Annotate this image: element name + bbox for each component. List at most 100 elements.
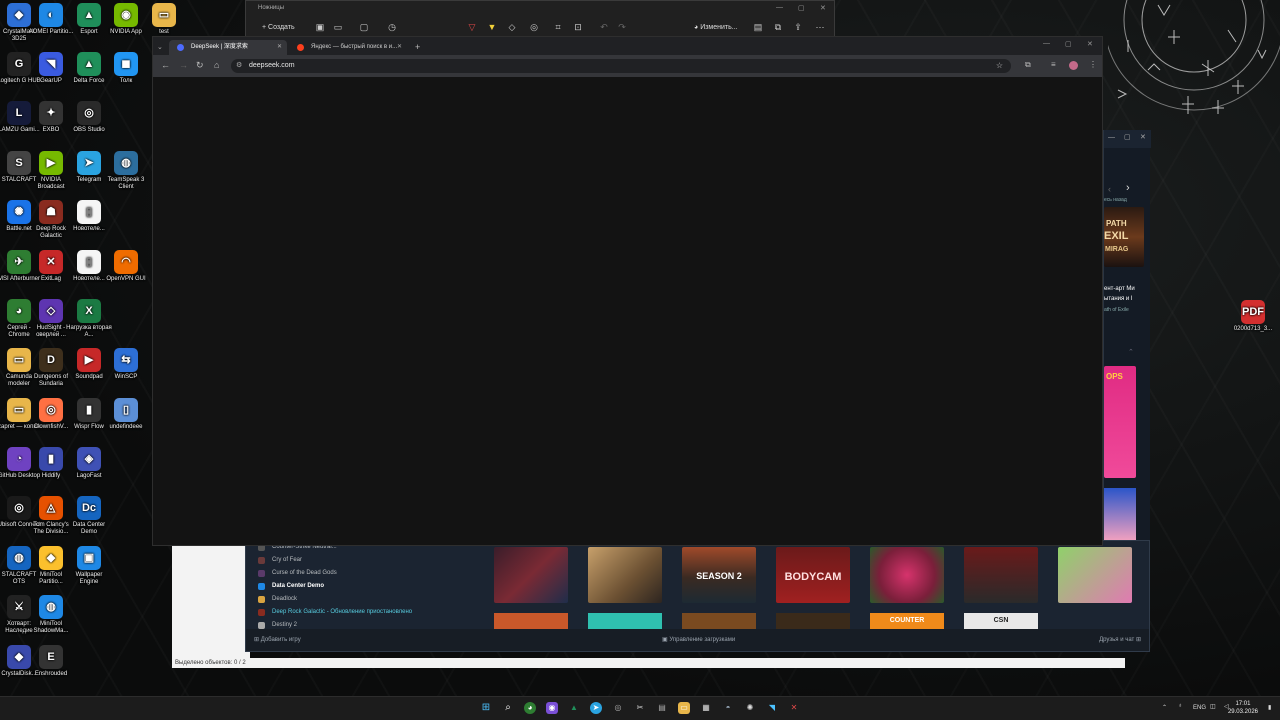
tile-row2-4[interactable]: [776, 613, 850, 629]
reload-icon[interactable]: ↻: [196, 60, 204, 71]
desktop-icon[interactable]: ◎ OBS Studio: [66, 101, 112, 134]
steam-icon[interactable]: ◓: [722, 702, 734, 714]
page-content[interactable]: [153, 77, 1102, 545]
desktop-icon[interactable]: Dc Data Center Demo: [66, 496, 112, 536]
start-icon[interactable]: ⊞: [480, 702, 492, 714]
steam-game-row[interactable]: Deadlock: [254, 593, 482, 606]
next-arrow-icon[interactable]: ›: [1126, 182, 1130, 194]
more-icon[interactable]: ⋯: [814, 21, 826, 33]
steam-game-row[interactable]: Cry of Fear: [254, 554, 482, 567]
tile-counter-strike[interactable]: COUNTER: [870, 613, 944, 629]
clock[interactable]: 17:01 29.03.2026: [1228, 700, 1258, 716]
share-icon[interactable]: ⇪: [792, 21, 804, 33]
extensions-icon[interactable]: ⧉: [1025, 60, 1031, 70]
maximize-icon[interactable]: ▢: [1065, 40, 1072, 48]
friends-chat-button[interactable]: Друзья и чат ⊞: [1099, 629, 1141, 651]
close-icon[interactable]: ✕: [1087, 40, 1093, 48]
desktop-icon[interactable]: ▭ test: [141, 3, 187, 36]
game-card-blue[interactable]: [1104, 488, 1136, 540]
copy-icon[interactable]: ⧉: [772, 21, 784, 33]
text-actions-icon[interactable]: ⊡: [572, 21, 584, 33]
delay-timer-icon[interactable]: ◷: [386, 21, 398, 33]
game-tile[interactable]: [1058, 547, 1132, 603]
undo-icon[interactable]: ↶: [598, 21, 610, 33]
close-tab-icon[interactable]: ✕: [277, 40, 282, 55]
network-icon[interactable]: ◫: [1210, 703, 1216, 710]
back-icon[interactable]: ←: [161, 60, 170, 70]
close-icon[interactable]: ✕: [1140, 133, 1146, 141]
bookmark-star-icon[interactable]: ☆: [996, 59, 1003, 73]
game-tile[interactable]: BODYCAM: [776, 547, 850, 603]
desktop-icon[interactable]: E Enshrouded: [28, 645, 74, 678]
calculator-icon[interactable]: ▦: [700, 702, 712, 714]
menu-icon[interactable]: ⋮: [1089, 60, 1097, 69]
prev-arrow-icon[interactable]: ‹: [1108, 184, 1111, 194]
home-icon[interactable]: ⌂: [214, 60, 219, 70]
news-image[interactable]: PATH EXIL MIRAG: [1104, 207, 1144, 267]
obs-icon[interactable]: ◎: [612, 702, 624, 714]
game-tile[interactable]: [870, 547, 944, 603]
language-indicator[interactable]: ENG: [1193, 705, 1206, 711]
add-game-button[interactable]: ⊞ Добавить игру: [254, 629, 301, 651]
game-tile[interactable]: [494, 547, 568, 603]
scroll-up-icon[interactable]: ⌃: [1128, 348, 1134, 356]
search-icon[interactable]: ⌕: [502, 702, 514, 714]
eraser-icon[interactable]: ◇: [506, 21, 518, 33]
minimize-icon[interactable]: —: [1043, 40, 1050, 47]
desktop-icon[interactable]: ▯ undefindeee: [103, 398, 149, 431]
new-tab-icon[interactable]: +: [415, 40, 420, 55]
desktop-icon[interactable]: ◠ OpenVPN GUI: [103, 250, 149, 283]
close-icon[interactable]: ✕: [820, 4, 826, 12]
minimize-icon[interactable]: —: [1108, 134, 1115, 141]
tab-deepseek[interactable]: DeepSeek | 深度求索 ✕: [169, 40, 287, 55]
tile-row2-2[interactable]: [588, 613, 662, 629]
steam-game-row[interactable]: Curse of the Dead Gods: [254, 567, 482, 580]
desktop-icon[interactable]: ◈ LagoFast: [66, 447, 112, 480]
desktop-icon[interactable]: ◍ MiniTool ShadowMa...: [28, 595, 74, 635]
desktop-icon[interactable]: PDF 0200d713_3...: [1230, 300, 1276, 333]
crop-icon[interactable]: ⌗: [552, 21, 564, 33]
maximize-icon[interactable]: ▢: [798, 4, 805, 12]
steam-game-row[interactable]: Deep Rock Galactic - Обновление приостан…: [254, 606, 482, 619]
snipping-tool-icon[interactable]: ✂: [634, 702, 646, 714]
tile-row2-3[interactable]: [682, 613, 756, 629]
downloads-button[interactable]: ▣ Управление загрузками: [662, 629, 735, 651]
video-mode-icon[interactable]: ▭: [332, 21, 344, 33]
exitlag-icon[interactable]: ✕: [788, 702, 800, 714]
discord-icon[interactable]: ◉: [546, 702, 558, 714]
reading-list-icon[interactable]: ≡: [1051, 60, 1056, 69]
highlighter-icon[interactable]: ▼: [486, 21, 498, 33]
maximize-icon[interactable]: ▢: [1124, 133, 1131, 141]
telegram-icon[interactable]: ➤: [590, 702, 602, 714]
vscode-icon[interactable]: ◥: [766, 702, 778, 714]
screenshot-mode-icon[interactable]: ▣: [314, 21, 326, 33]
tile-csn[interactable]: CSN: [964, 613, 1038, 629]
address-bar[interactable]: ⚙ deepseek.com ☆: [231, 59, 1011, 73]
profile-avatar[interactable]: [1069, 61, 1078, 70]
save-icon[interactable]: ▤: [752, 21, 764, 33]
shapes-icon[interactable]: ◎: [528, 21, 540, 33]
desktop-icon[interactable]: X Нагрузка вторая A...: [66, 299, 112, 339]
minimize-icon[interactable]: —: [776, 4, 783, 11]
forward-icon[interactable]: →: [179, 60, 188, 70]
desktop-icon[interactable]: ◼ Толк: [103, 52, 149, 85]
tray-overflow-icon[interactable]: ⌃: [1162, 704, 1167, 711]
site-info-icon[interactable]: ⚙: [236, 59, 242, 73]
desktop-icon[interactable]: ⇆ WinSCP: [103, 348, 149, 381]
tile-row2-1[interactable]: [494, 613, 568, 629]
desktop-icon[interactable]: ◍ TeamSpeak 3 Client: [103, 151, 149, 191]
redo-icon[interactable]: ↷: [616, 21, 628, 33]
tab-search-icon[interactable]: ⌄: [157, 40, 169, 55]
app-icon[interactable]: ▤: [656, 702, 668, 714]
notification-bell-icon[interactable]: ▮: [1268, 704, 1271, 711]
chatgpt-icon[interactable]: ✺: [744, 702, 756, 714]
desktop-icon[interactable]: ▯ Новотеле...: [66, 200, 112, 233]
steam-game-row[interactable]: Data Center Demo: [254, 580, 482, 593]
game-card-pink[interactable]: OPS: [1104, 366, 1136, 478]
create-snip-button[interactable]: + Создать: [256, 21, 301, 35]
desktop-icon[interactable]: ▣ Wallpaper Engine: [66, 546, 112, 586]
pen-icon[interactable]: ▽: [466, 21, 478, 33]
chrome-icon[interactable]: ◕: [524, 702, 536, 714]
close-tab-icon[interactable]: ✕: [397, 40, 402, 55]
esport-icon[interactable]: ▲: [568, 702, 580, 714]
